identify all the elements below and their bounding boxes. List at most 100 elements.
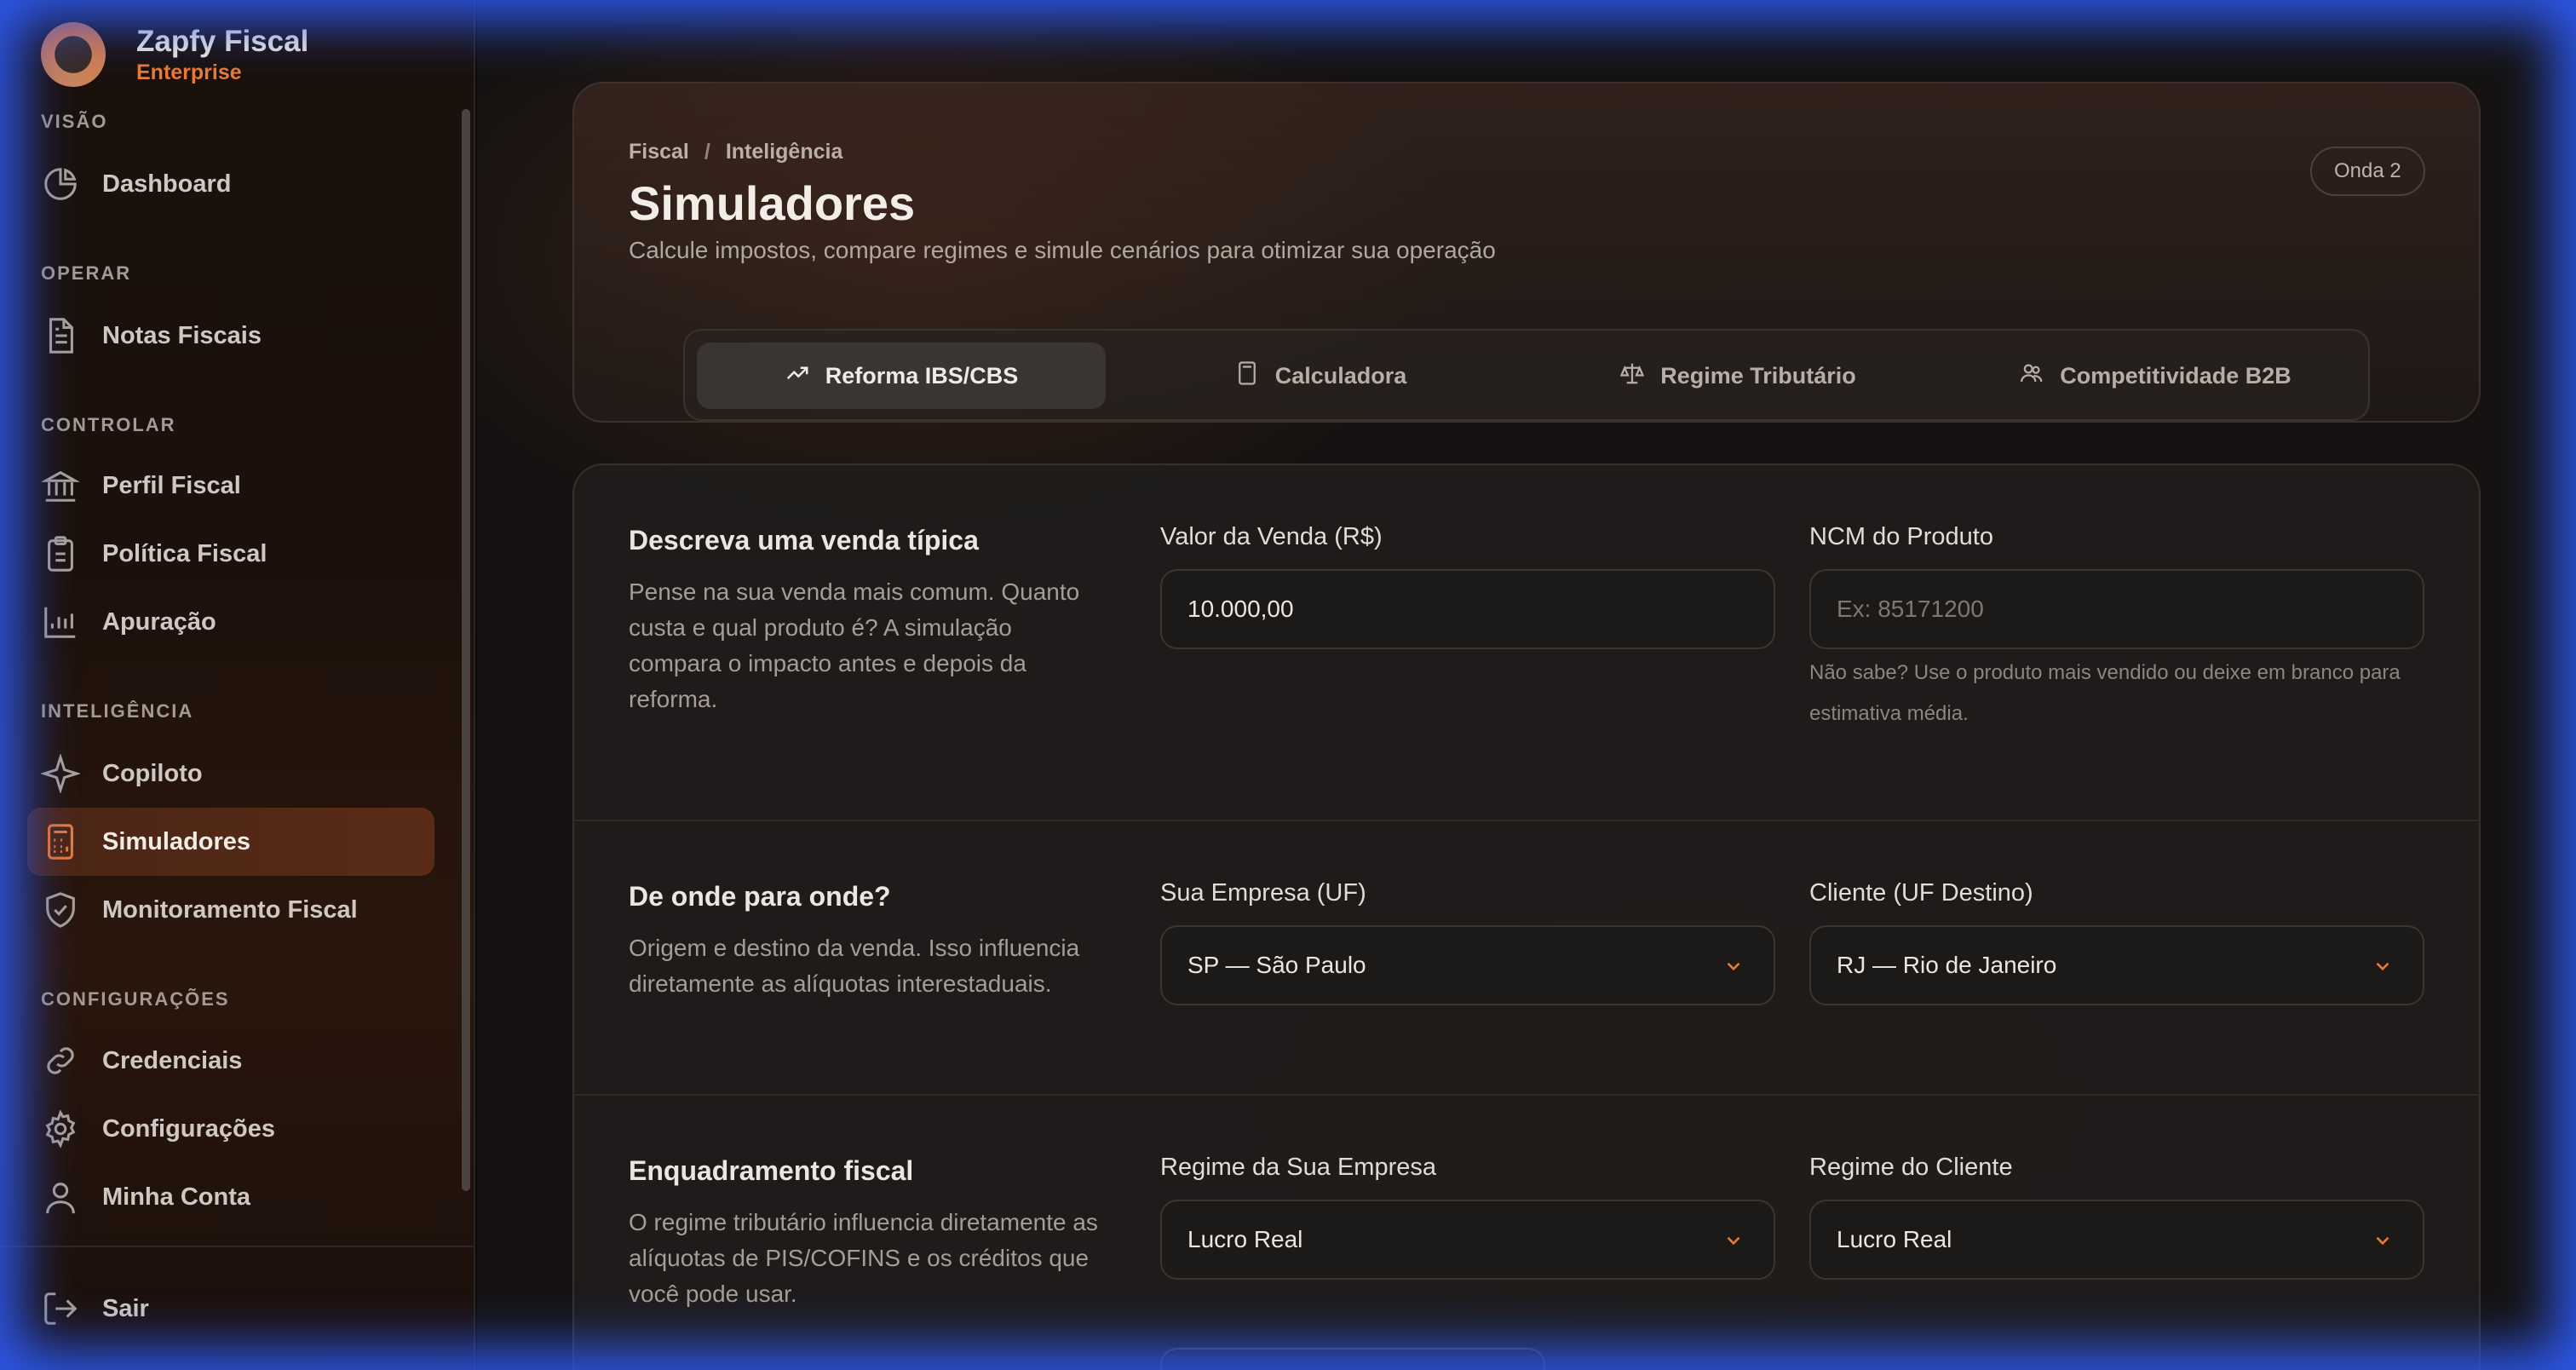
scale-icon xyxy=(1619,360,1645,392)
users-icon xyxy=(2019,360,2044,392)
sidebar-item-label: Simuladores xyxy=(102,827,251,855)
ncm-label: NCM do Produto xyxy=(1809,523,1993,550)
ncm-hint: Não sabe? Use o produto mais vendido ou … xyxy=(1809,661,2401,725)
sidebar-scrollbar[interactable] xyxy=(462,109,470,1191)
ncm-input[interactable]: Ex: 85171200 xyxy=(1809,569,2424,649)
sparkle-icon xyxy=(41,754,80,793)
nav-section-configuracoes: CONFIGURAÇÕES xyxy=(41,988,230,1010)
logout-label: Sair xyxy=(102,1294,149,1322)
sidebar-item-apuracao[interactable]: Apuração xyxy=(27,588,434,656)
section-title-enquadramento: Enquadramento fiscal xyxy=(629,1155,914,1186)
calculator-icon xyxy=(1234,360,1260,392)
logo-icon xyxy=(41,22,106,87)
sidebar-item-perfil-fiscal[interactable]: Perfil Fiscal xyxy=(27,452,434,520)
breadcrumb-item-fiscal[interactable]: Fiscal xyxy=(629,140,689,164)
tab-reforma-ibs-cbs[interactable]: Reforma IBS/CBS xyxy=(697,342,1106,409)
chevron-down-icon xyxy=(2372,1229,2394,1252)
regime-cliente-select[interactable]: Lucro Real xyxy=(1809,1200,2424,1280)
sidebar-item-monitoramento-fiscal[interactable]: Monitoramento Fiscal xyxy=(27,876,434,944)
ncm-placeholder: Ex: 85171200 xyxy=(1837,596,1984,622)
status-badge: Onda 2 xyxy=(2310,147,2425,196)
uf-destino-label: Cliente (UF Destino) xyxy=(1809,879,2033,907)
tab-label: Regime Tributário xyxy=(1660,362,1856,389)
nav-section-inteligencia: INTELIGÊNCIA xyxy=(41,700,194,722)
sidebar-item-label: Configurações xyxy=(102,1114,276,1143)
nav-section-controlar: CONTROLAR xyxy=(41,414,176,435)
logout-icon xyxy=(41,1289,80,1328)
chevron-down-icon xyxy=(1722,955,1745,977)
tab-bar: Reforma IBS/CBS Calculadora Regime Tribu… xyxy=(683,329,2370,421)
sidebar-item-label: Minha Conta xyxy=(102,1183,250,1211)
sidebar-item-label: Política Fiscal xyxy=(102,539,267,567)
gear-icon xyxy=(41,1109,80,1148)
submit-button[interactable] xyxy=(1160,1348,1545,1370)
shield-check-icon xyxy=(41,890,80,930)
sidebar-item-simuladores[interactable]: Simuladores xyxy=(27,808,434,876)
tab-label: Reforma IBS/CBS xyxy=(825,362,1019,389)
breadcrumb-item-inteligencia[interactable]: Inteligência xyxy=(726,140,843,164)
section-divider xyxy=(574,820,2479,821)
sidebar-item-label: Apuração xyxy=(102,607,216,636)
sidebar-item-credenciais[interactable]: Credenciais xyxy=(27,1027,434,1095)
chevron-down-icon xyxy=(1722,1229,1745,1252)
tab-calculadora[interactable]: Calculadora xyxy=(1116,342,1525,409)
uf-destino-select[interactable]: RJ — Rio de Janeiro xyxy=(1809,925,2424,1005)
breadcrumb-separator: / xyxy=(704,140,710,164)
tab-label: Competitividade B2B xyxy=(2060,362,2291,389)
logout-button[interactable]: Sair xyxy=(27,1275,434,1343)
document-icon xyxy=(41,316,80,355)
tab-label: Calculadora xyxy=(1274,362,1407,389)
trend-up-icon xyxy=(785,360,810,392)
valor-venda-value: 10.000,00 xyxy=(1187,596,1294,622)
sidebar-item-configuracoes[interactable]: Configurações xyxy=(27,1095,434,1163)
breadcrumb: Fiscal / Inteligência xyxy=(629,140,842,164)
sidebar-divider xyxy=(0,1246,474,1247)
valor-venda-label: Valor da Venda (R$) xyxy=(1160,523,1383,550)
clipboard-icon xyxy=(41,534,80,573)
sidebar-item-copiloto[interactable]: Copiloto xyxy=(27,740,434,808)
sidebar-item-label: Monitoramento Fiscal xyxy=(102,895,358,924)
section-desc-origem-destino: Origem e destino da venda. Isso influenc… xyxy=(629,935,1080,997)
link-icon xyxy=(41,1041,80,1080)
nav-section-operar: OPERAR xyxy=(41,262,132,284)
regime-empresa-value: Lucro Real xyxy=(1187,1226,1303,1252)
regime-cliente-value: Lucro Real xyxy=(1837,1226,1952,1252)
page-title: Simuladores xyxy=(629,176,916,230)
regime-empresa-label: Regime da Sua Empresa xyxy=(1160,1154,1436,1181)
section-title-origem-destino: De onde para onde? xyxy=(629,881,891,912)
section-title-venda: Descreva uma venda típica xyxy=(629,525,979,555)
uf-origem-label: Sua Empresa (UF) xyxy=(1160,879,1366,907)
uf-origem-value: SP — São Paulo xyxy=(1187,952,1366,978)
sidebar-item-label: Dashboard xyxy=(102,170,232,198)
sidebar: Zapfy Fiscal Enterprise VISÃO Dashboard … xyxy=(0,0,475,1370)
tab-regime-tributario[interactable]: Regime Tributário xyxy=(1533,342,1942,409)
brand[interactable]: Zapfy Fiscal Enterprise xyxy=(41,20,308,89)
uf-destino-value: RJ — Rio de Janeiro xyxy=(1837,952,2057,978)
nav-section-visao: VISÃO xyxy=(41,111,108,132)
app-name: Zapfy Fiscal xyxy=(136,25,309,58)
sidebar-item-notas-fiscais[interactable]: Notas Fiscais xyxy=(27,302,434,370)
app-edition: Enterprise xyxy=(136,60,242,84)
section-desc-enquadramento: O regime tributário influencia diretamen… xyxy=(629,1209,1098,1307)
sidebar-item-label: Notas Fiscais xyxy=(102,321,262,349)
uf-origem-select[interactable]: SP — São Paulo xyxy=(1160,925,1775,1005)
sidebar-item-label: Credenciais xyxy=(102,1046,243,1074)
sidebar-item-label: Perfil Fiscal xyxy=(102,471,241,499)
valor-venda-input[interactable]: 10.000,00 xyxy=(1160,569,1775,649)
regime-cliente-label: Regime do Cliente xyxy=(1809,1154,2013,1181)
sidebar-item-dashboard[interactable]: Dashboard xyxy=(27,150,434,218)
tab-competitividade-b2b[interactable]: Competitividade B2B xyxy=(1951,342,2360,409)
bar-chart-icon xyxy=(41,602,80,642)
regime-empresa-select[interactable]: Lucro Real xyxy=(1160,1200,1775,1280)
bank-icon xyxy=(41,466,80,505)
calculator-icon xyxy=(41,822,80,861)
sidebar-item-politica-fiscal[interactable]: Política Fiscal xyxy=(27,520,434,588)
user-icon xyxy=(41,1177,80,1217)
sidebar-item-minha-conta[interactable]: Minha Conta xyxy=(27,1163,434,1231)
sidebar-item-label: Copiloto xyxy=(102,759,203,787)
page-subtitle: Calcule impostos, compare regimes e simu… xyxy=(629,237,1496,263)
section-divider xyxy=(574,1094,2479,1096)
pie-chart-icon xyxy=(41,164,80,204)
section-desc-venda: Pense na sua venda mais comum. Quanto cu… xyxy=(629,579,1080,712)
chevron-down-icon xyxy=(2372,955,2394,977)
